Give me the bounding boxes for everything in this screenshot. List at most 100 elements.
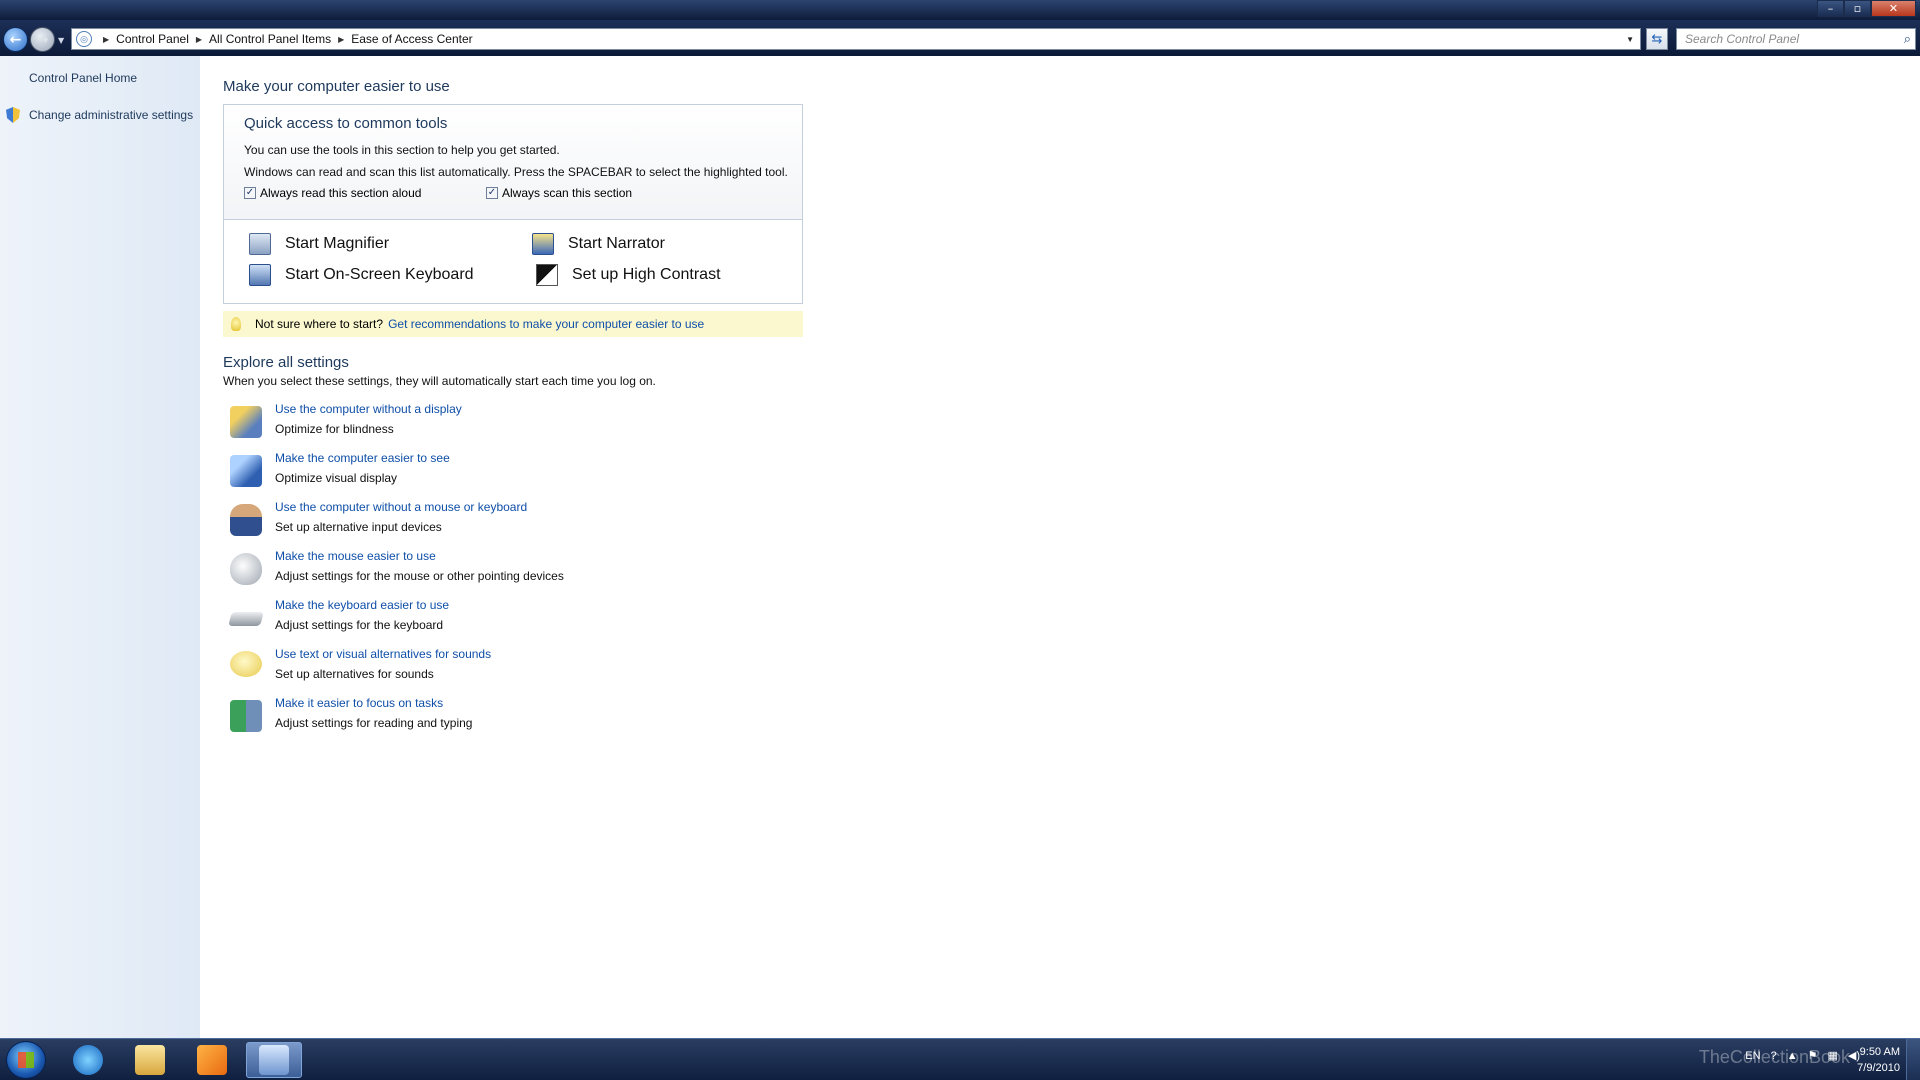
flag-icon[interactable]: ⚑ — [1808, 1049, 1818, 1062]
setting-link[interactable]: Make the mouse easier to use — [275, 549, 436, 563]
show-desktop-button[interactable] — [1906, 1039, 1920, 1080]
setting-description: Optimize visual display — [275, 471, 398, 485]
monitor-icon — [230, 455, 262, 487]
setting-link[interactable]: Make it easier to focus on tasks — [275, 696, 443, 710]
search-input[interactable]: Search Control Panel ⌕ — [1676, 28, 1916, 50]
speech-bubble-icon — [230, 651, 262, 677]
refresh-icon: ⇆ — [1651, 31, 1663, 47]
address-dropdown-icon[interactable]: ▼ — [1626, 35, 1634, 44]
address-bar[interactable]: ◎ ▶ Control Panel ▶ All Control Panel It… — [71, 28, 1641, 50]
start-magnifier-button[interactable]: Start Magnifier — [249, 233, 389, 255]
system-tray: EN ? ▲ ⚑ ▦ ◀) — [1745, 1049, 1860, 1063]
show-hidden-icons-icon[interactable]: ▲ — [1787, 1050, 1798, 1062]
search-icon[interactable]: ⌕ — [1904, 31, 1911, 47]
arrow-right-icon: → — [36, 31, 49, 48]
setting-link[interactable]: Use the computer without a mouse or keyb… — [275, 500, 527, 514]
maximize-button[interactable]: ▫ — [1844, 0, 1871, 17]
control-panel-icon: ◎ — [76, 31, 92, 47]
users-icon — [230, 700, 262, 732]
start-on-screen-keyboard-label: Start On-Screen Keyboard — [285, 266, 474, 283]
start-narrator-button[interactable]: Start Narrator — [532, 233, 665, 255]
window-controls: – ▫ ✕ — [1817, 0, 1916, 17]
list-item[interactable]: Use text or visual alternatives for soun… — [230, 647, 730, 691]
chevron-right-icon[interactable]: ▶ — [103, 35, 109, 44]
setting-description: Adjust settings for the mouse or other p… — [275, 569, 564, 583]
list-item[interactable]: Make the mouse easier to use Adjust sett… — [230, 549, 730, 593]
tip-prefix: Not sure where to start? — [255, 317, 384, 331]
media-player-icon — [197, 1045, 227, 1075]
clock-date: 7/9/2010 — [1857, 1062, 1900, 1074]
lightbulb-icon — [231, 317, 241, 331]
back-button[interactable]: ← — [3, 27, 28, 52]
list-item[interactable]: Make the keyboard easier to use Adjust s… — [228, 598, 730, 642]
explore-settings-subtitle: When you select these settings, they wil… — [223, 374, 656, 388]
breadcrumb-ease-of-access[interactable]: Ease of Access Center — [351, 32, 472, 46]
taskbar: TheCollectionBook EN ? ▲ ⚑ ▦ ◀) 9:50 AM … — [0, 1038, 1920, 1080]
user-icon — [230, 504, 262, 536]
clock-time: 9:50 AM — [1859, 1046, 1900, 1058]
setting-description: Adjust settings for the keyboard — [275, 618, 444, 632]
quick-access-title: Quick access to common tools — [244, 115, 448, 132]
checkmark-icon[interactable]: ✓ — [244, 187, 256, 199]
quick-access-panel: Quick access to common tools You can use… — [223, 104, 803, 304]
setting-description: Optimize for blindness — [275, 422, 394, 436]
title-bar: – ▫ ✕ — [0, 0, 1920, 20]
list-item[interactable]: Make it easier to focus on tasks Adjust … — [230, 696, 730, 740]
list-item[interactable]: Use the computer without a mouse or keyb… — [230, 500, 730, 544]
internet-explorer-icon — [73, 1045, 103, 1075]
quick-access-text-2: Windows can read and scan this list auto… — [244, 165, 788, 179]
network-icon[interactable]: ▦ — [1827, 1049, 1837, 1062]
set-up-high-contrast-label: Set up High Contrast — [572, 266, 721, 283]
start-button[interactable] — [6, 1041, 46, 1079]
forward-button[interactable]: → — [30, 27, 55, 52]
setting-description: Adjust settings for reading and typing — [275, 716, 473, 730]
page-title: Make your computer easier to use — [223, 78, 450, 95]
chevron-right-icon[interactable]: ▶ — [196, 35, 202, 44]
explore-settings-title: Explore all settings — [223, 354, 349, 371]
folder-icon — [135, 1045, 165, 1075]
setting-link[interactable]: Use the computer without a display — [275, 402, 462, 416]
chevron-right-icon[interactable]: ▶ — [338, 35, 344, 44]
setting-description: Set up alternatives for sounds — [275, 667, 434, 681]
quick-access-header: Quick access to common tools You can use… — [224, 105, 802, 220]
sidebar-link-control-panel-home[interactable]: Control Panel Home — [29, 71, 137, 85]
scan-label: Always scan this section — [502, 186, 633, 200]
taskbar-control-panel[interactable] — [246, 1042, 302, 1078]
set-up-high-contrast-button[interactable]: Set up High Contrast — [536, 264, 721, 286]
taskbar-internet-explorer[interactable] — [60, 1042, 116, 1078]
setting-link[interactable]: Use text or visual alternatives for soun… — [275, 647, 491, 661]
close-button[interactable]: ✕ — [1871, 0, 1916, 17]
breadcrumb-control-panel[interactable]: Control Panel — [116, 32, 189, 46]
breadcrumb-all-items[interactable]: All Control Panel Items — [209, 32, 331, 46]
recommendations-link[interactable]: Get recommendations to make your compute… — [388, 317, 704, 331]
high-contrast-icon — [536, 264, 558, 286]
navigation-toolbar: ← → ▼ ◎ ▶ Control Panel ▶ All Control Pa… — [0, 20, 1920, 56]
magnifier-icon — [249, 233, 271, 255]
refresh-button[interactable]: ⇆ — [1646, 28, 1668, 50]
control-panel-icon — [259, 1045, 289, 1075]
recent-pages-dropdown[interactable]: ▼ — [58, 36, 64, 45]
read-aloud-label: Always read this section aloud — [260, 186, 422, 200]
sidebar-link-admin-settings[interactable]: Change administrative settings — [29, 108, 193, 122]
taskbar-explorer[interactable] — [122, 1042, 178, 1078]
read-aloud-checkbox[interactable]: ✓ Always read this section aloud — [244, 186, 421, 200]
minimize-button[interactable]: – — [1817, 0, 1844, 17]
sidebar — [0, 56, 200, 1038]
arrow-left-icon: ← — [9, 31, 22, 48]
mouse-icon — [230, 553, 262, 585]
help-tray-icon[interactable]: ? — [1771, 1050, 1777, 1062]
clock[interactable]: 9:50 AM 7/9/2010 — [1857, 1044, 1900, 1076]
recommendation-tip: Not sure where to start? Get recommendat… — [223, 311, 803, 337]
start-narrator-label: Start Narrator — [568, 235, 665, 252]
checkmark-icon[interactable]: ✓ — [486, 187, 498, 199]
list-item[interactable]: Make the computer easier to see Optimize… — [230, 451, 730, 495]
scan-checkbox[interactable]: ✓ Always scan this section — [486, 186, 632, 200]
keyboard-icon — [228, 612, 264, 626]
quick-access-text-1: You can use the tools in this section to… — [244, 143, 560, 157]
taskbar-media-player[interactable] — [184, 1042, 240, 1078]
language-indicator[interactable]: EN — [1745, 1050, 1760, 1062]
setting-link[interactable]: Make the keyboard easier to use — [275, 598, 449, 612]
list-item[interactable]: Use the computer without a display Optim… — [230, 402, 730, 446]
setting-link[interactable]: Make the computer easier to see — [275, 451, 450, 465]
start-on-screen-keyboard-button[interactable]: Start On-Screen Keyboard — [249, 264, 474, 286]
